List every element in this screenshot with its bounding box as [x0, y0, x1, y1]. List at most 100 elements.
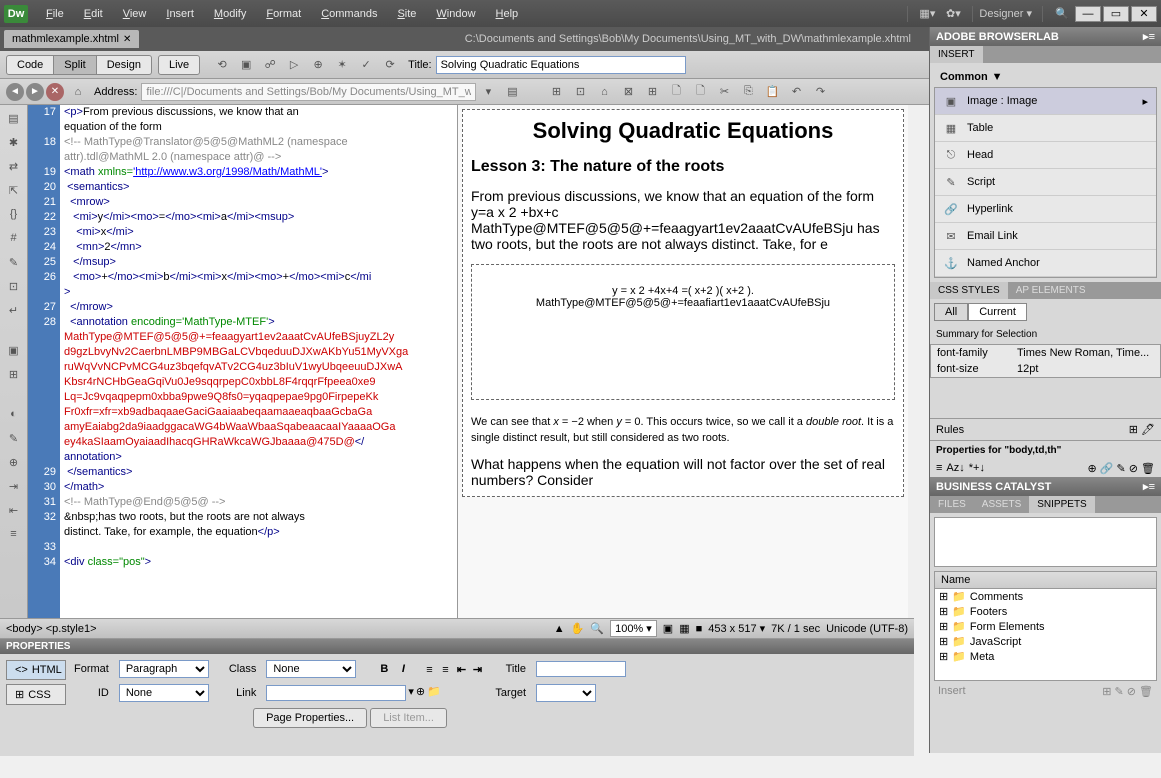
format-icon[interactable]: ≡: [5, 525, 23, 543]
snippet-folder[interactable]: ⊞📁Meta: [935, 649, 1156, 664]
snippets-tab[interactable]: SNIPPETS: [1029, 496, 1094, 513]
design-view[interactable]: Solving Quadratic Equations Lesson 3: Th…: [458, 105, 908, 643]
close-icon[interactable]: ✕: [123, 34, 131, 45]
business-catalyst-header[interactable]: BUSINESS CATALYST▸≡: [930, 477, 1161, 496]
css-properties-list[interactable]: font-familyTimes New Roman, Time...font-…: [930, 344, 1161, 378]
insert-tab[interactable]: INSERT: [930, 46, 983, 63]
balance-icon[interactable]: {}: [5, 205, 23, 223]
outdent-button[interactable]: ⇤: [453, 663, 469, 676]
file-mgmt-icon[interactable]: ▷: [284, 55, 304, 75]
rulers-icon[interactable]: ▣: [663, 622, 673, 635]
snippets-tree[interactable]: Name ⊞📁Comments⊞📁Footers⊞📁Form Elements⊞…: [934, 571, 1157, 681]
grid-icon[interactable]: ■: [696, 623, 703, 635]
tool-icon[interactable]: ⊞: [546, 82, 566, 102]
expand-icon[interactable]: ⇄: [5, 157, 23, 175]
menu-file[interactable]: File: [36, 4, 74, 24]
refresh-code-icon[interactable]: ⊞: [5, 365, 23, 383]
browse-icon[interactable]: 📁: [427, 685, 441, 701]
tool-icon[interactable]: ⌂: [594, 82, 614, 102]
visual-aids-icon[interactable]: ✶: [332, 55, 352, 75]
menu-modify[interactable]: Modify: [204, 4, 256, 24]
recent-icon[interactable]: ✎: [5, 429, 23, 447]
split-view-button[interactable]: Split: [54, 55, 96, 75]
add-prop-icon[interactable]: ≡: [936, 462, 942, 475]
snippet-folder[interactable]: ⊞📁JavaScript: [935, 634, 1156, 649]
tag-selector[interactable]: <body> <p.style1>: [6, 623, 97, 635]
link-input[interactable]: [266, 685, 406, 701]
stop-button[interactable]: ✕: [46, 83, 64, 101]
zoom-icon[interactable]: 🔍: [590, 622, 604, 635]
properties-header[interactable]: PROPERTIES: [0, 639, 914, 654]
insert-item[interactable]: ✎Script: [935, 169, 1156, 196]
indent-icon[interactable]: ⇥: [5, 477, 23, 495]
snippet-folder[interactable]: ⊞📁Comments: [935, 589, 1156, 604]
snippet-folder[interactable]: ⊞📁Form Elements: [935, 619, 1156, 634]
hand-icon[interactable]: ✋: [571, 622, 585, 635]
az-icon[interactable]: Aᴢ↓: [946, 462, 964, 475]
paste-icon[interactable]: 📋: [762, 82, 782, 102]
css-mode-button[interactable]: ⊞ CSS: [6, 684, 66, 705]
insert-item[interactable]: ⚓Named Anchor: [935, 250, 1156, 277]
list-icon[interactable]: ▤: [502, 82, 522, 102]
ap-elements-tab[interactable]: AP ELEMENTS: [1008, 282, 1094, 299]
menu-site[interactable]: Site: [387, 4, 426, 24]
address-dropdown-icon[interactable]: ▾: [478, 82, 498, 102]
refresh-icon[interactable]: ⟳: [380, 55, 400, 75]
target-select[interactable]: [536, 684, 596, 702]
syntax-icon[interactable]: ⊡: [5, 277, 23, 295]
undo-icon[interactable]: ↶: [786, 82, 806, 102]
cut-icon[interactable]: ✂: [714, 82, 734, 102]
snippet-folder[interactable]: ⊞📁Footers: [935, 604, 1156, 619]
maximize-button[interactable]: ▭: [1103, 6, 1129, 22]
collapse-icon[interactable]: ✱: [5, 133, 23, 151]
redo-icon[interactable]: ↷: [810, 82, 830, 102]
close-button[interactable]: ✕: [1131, 6, 1157, 22]
menu-window[interactable]: Window: [426, 4, 485, 24]
parent-tag-icon[interactable]: ⇱: [5, 181, 23, 199]
assets-tab[interactable]: ASSETS: [974, 496, 1029, 513]
menu-commands[interactable]: Commands: [311, 4, 387, 24]
extend-icon[interactable]: ✿▾: [944, 5, 962, 23]
code-view-button[interactable]: Code: [6, 55, 54, 75]
link-dropdown-icon[interactable]: ▾: [408, 685, 414, 701]
ul-button[interactable]: ≡: [421, 664, 437, 676]
check-icon[interactable]: ✓: [356, 55, 376, 75]
workspace-switcher[interactable]: Designer ▾: [979, 7, 1032, 20]
live-code-icon[interactable]: ⟲: [212, 55, 232, 75]
minimize-button[interactable]: —: [1075, 6, 1101, 22]
italic-button[interactable]: I: [395, 663, 411, 675]
home-icon[interactable]: ⌂: [68, 82, 88, 102]
guides-icon[interactable]: ▦: [679, 622, 689, 635]
forward-button[interactable]: ►: [26, 83, 44, 101]
server-icon[interactable]: ☍: [260, 55, 280, 75]
zoom-select[interactable]: 100% ▾: [610, 620, 657, 637]
menu-view[interactable]: View: [113, 4, 157, 24]
ol-button[interactable]: ≡: [437, 664, 453, 676]
menu-help[interactable]: Help: [486, 4, 529, 24]
design-view-button[interactable]: Design: [97, 55, 152, 75]
insert-item[interactable]: ✉Email Link: [935, 223, 1156, 250]
title-field[interactable]: [536, 661, 626, 677]
highlight-icon[interactable]: ✎: [5, 253, 23, 271]
tool-icon[interactable]: 🗋: [666, 82, 686, 102]
tool-icon[interactable]: ⊡: [570, 82, 590, 102]
tool-icon[interactable]: ⊞: [642, 82, 662, 102]
page-properties-button[interactable]: Page Properties...: [253, 708, 367, 728]
insert-item[interactable]: ⎋Head: [935, 142, 1156, 169]
address-input[interactable]: [141, 83, 476, 101]
title-input[interactable]: [436, 56, 686, 74]
show-set-icon[interactable]: *+↓: [969, 462, 985, 475]
document-tab[interactable]: mathmlexample.xhtml ✕: [4, 30, 139, 48]
rules-icons[interactable]: ⊞ 🖊: [1129, 423, 1155, 436]
insert-category[interactable]: Common ▼: [934, 67, 1157, 87]
layout-icon[interactable]: ▦▾: [918, 5, 936, 23]
menu-insert[interactable]: Insert: [156, 4, 204, 24]
css-all-button[interactable]: All: [934, 303, 968, 321]
html-mode-button[interactable]: <> HTML: [6, 660, 66, 680]
outdent-icon[interactable]: ⇤: [5, 501, 23, 519]
line-num-icon[interactable]: #: [5, 229, 23, 247]
format-select[interactable]: Paragraph: [119, 660, 209, 678]
menu-format[interactable]: Format: [256, 4, 311, 24]
live-view-button[interactable]: Live: [158, 55, 200, 75]
class-select[interactable]: None: [266, 660, 356, 678]
